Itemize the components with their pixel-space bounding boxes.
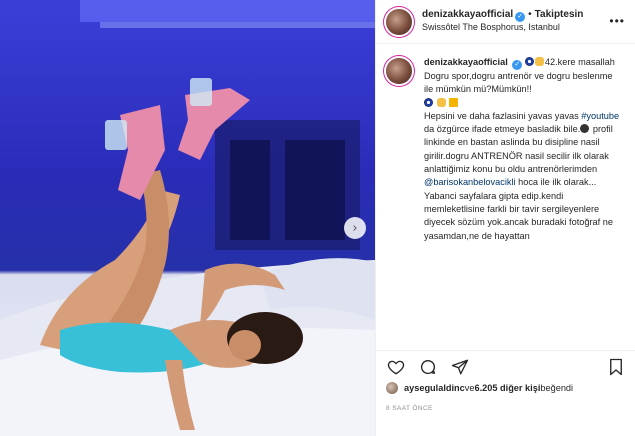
- location-link[interactable]: Swissôtel The Bosphorus, Istanbul: [422, 22, 583, 33]
- chevron-right-icon: ›: [352, 220, 358, 236]
- photo-illustration: [0, 0, 375, 436]
- username-link[interactable]: denizakkayaofficial: [422, 9, 513, 20]
- nazar-emoji-icon: [424, 97, 433, 107]
- save-button[interactable]: [606, 357, 626, 377]
- caption-para1: Dogru spor,dogru antrenör ve dogru besle…: [424, 71, 616, 95]
- action-bar: [376, 350, 635, 376]
- likes-middle: ve: [464, 383, 475, 393]
- caption-para3: Yabanci sayfalara gipta edip.kendi memle…: [424, 190, 616, 241]
- post-photo[interactable]: ›: [0, 0, 375, 436]
- caption-para2-start: Hepsini ve daha fazlasini yavas yavas: [424, 110, 582, 121]
- caption-para2: Hepsini ve daha fazlasini yavas yavas #y…: [424, 110, 624, 190]
- mention-link[interactable]: @barisokanbelovacikli: [424, 177, 516, 187]
- bookmark-icon: [610, 358, 622, 375]
- ok-hand-emoji-icon: [534, 57, 544, 66]
- share-icon: [451, 359, 469, 374]
- likes-suffix: beğendi: [540, 383, 574, 393]
- crown-emoji-icon: [449, 97, 459, 107]
- caption-line1: denizakkayaofficial ✓ 42.kere masallah: [424, 56, 624, 70]
- comment-icon: [420, 359, 436, 374]
- like-button[interactable]: [386, 357, 406, 377]
- verified-icon: ✓: [515, 12, 526, 23]
- avatar[interactable]: [386, 8, 412, 35]
- liker-username[interactable]: aysegulaldinc: [404, 383, 465, 393]
- caption-para2-tail: hoca ile ilk olarak...: [515, 177, 597, 188]
- following-button[interactable]: Takiptesin: [535, 9, 584, 20]
- caption-line1-tail: 42.kere masallah: [544, 57, 615, 67]
- post-header: denizakkayaofficial ✓ • Takiptesin Swissôte…: [376, 0, 635, 44]
- more-icon[interactable]: •••: [609, 14, 625, 28]
- post-timestamp[interactable]: 8 SAAT ÖNCE: [386, 405, 433, 412]
- next-photo-button[interactable]: ›: [344, 217, 366, 239]
- victory-hand-emoji-icon: [436, 97, 446, 107]
- hashtag-link[interactable]: #youtube: [581, 111, 619, 121]
- header-line: denizakkayaofficial ✓ • Takiptesin: [422, 9, 584, 23]
- verified-icon: ✓: [512, 60, 523, 70]
- likes-summary: aysegulaldinc ve 6.205 diğer kişi beğend…: [386, 382, 573, 394]
- heart-icon: [387, 360, 405, 375]
- caption: denizakkayaofficial ✓ 42.kere masallah D…: [376, 44, 635, 349]
- caption-emoji-row: [424, 97, 624, 110]
- likes-count[interactable]: 6.205 diğer kişi: [474, 383, 540, 393]
- caption-username[interactable]: denizakkayaofficial: [424, 57, 508, 67]
- nazar-emoji-icon: [524, 57, 534, 66]
- separator-dot: •: [528, 9, 532, 21]
- post-sidebar: denizakkayaofficial ✓ • Takiptesin Swissôte…: [375, 0, 635, 436]
- comment-button[interactable]: [418, 357, 438, 377]
- header-text: denizakkayaofficial ✓ • Takiptesin Swissôte…: [422, 9, 583, 33]
- caption-body: denizakkayaofficial ✓ 42.kere masallah D…: [424, 56, 624, 349]
- share-button[interactable]: [450, 357, 470, 377]
- bomb-emoji-icon: [580, 124, 590, 134]
- liker-avatar[interactable]: [386, 382, 398, 394]
- caption-avatar[interactable]: [386, 58, 412, 84]
